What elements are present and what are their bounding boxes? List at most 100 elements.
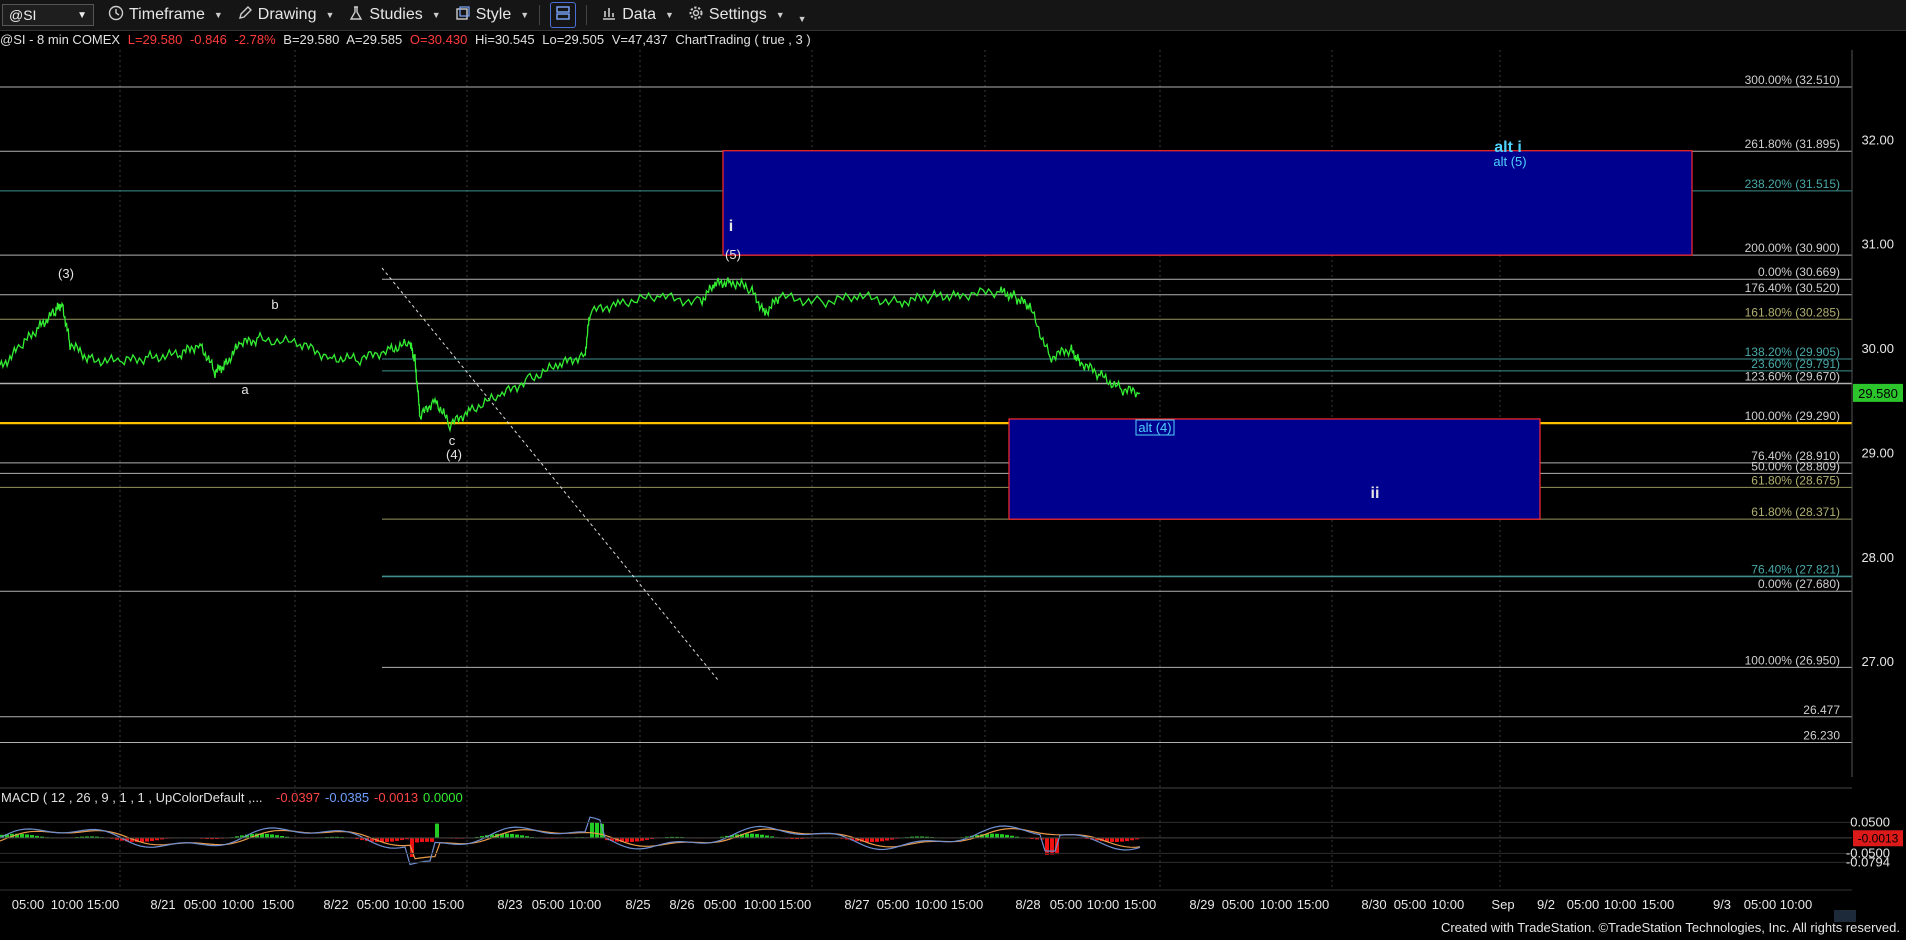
time-tick-label: 10:00 [1780, 897, 1813, 912]
macd-histogram-bar [870, 837, 874, 843]
macd-histogram-bar [875, 837, 879, 842]
macd-line [0, 816, 1141, 866]
wave-label: (3) [58, 266, 74, 281]
wave-label: c [449, 433, 456, 448]
time-tick-label: 15:00 [951, 897, 984, 912]
macd-histogram-bar [385, 837, 389, 843]
time-tick-label: 05:00 [1050, 897, 1083, 912]
time-tick-label: 05:00 [12, 897, 45, 912]
time-tick-label: Sep [1491, 897, 1514, 912]
time-tick-label: 15:00 [1297, 897, 1330, 912]
time-tick-label: 10:00 [1260, 897, 1293, 912]
time-tick-label: 10:00 [744, 897, 777, 912]
wave-label: ii [1371, 485, 1380, 502]
time-tick-label: 15:00 [1642, 897, 1675, 912]
target-boxes [722, 150, 1693, 520]
time-tick-label: 05:00 [184, 897, 217, 912]
time-tick-label: 10:00 [569, 897, 602, 912]
time-tick-label: 8/28 [1015, 897, 1040, 912]
macd-histogram-bar [750, 833, 754, 838]
time-tick-label: 10:00 [1087, 897, 1120, 912]
fib-level-label: 76.40% (27.821) [1751, 562, 1840, 576]
price-tick-label: 31.00 [1861, 237, 1894, 252]
price-tick-label: 32.00 [1861, 132, 1894, 147]
fib-level-label: 0.00% (30.669) [1758, 265, 1840, 279]
time-tick-label: 9/2 [1537, 897, 1555, 912]
macd-histogram-bar [625, 837, 629, 843]
fib-level-label: 61.80% (28.371) [1751, 505, 1840, 519]
macd-histogram-bar [590, 822, 594, 838]
macd-last-label: -0.0013 [1858, 831, 1899, 845]
fib-level-label: 261.80% (31.895) [1745, 137, 1840, 151]
macd-label: MACD ( 12 , 26 , 9 , 1 , 1 , UpColorDefa… [1, 790, 263, 805]
time-tick-label: 9/3 [1713, 897, 1731, 912]
macd-histogram-bar [635, 837, 639, 842]
macd-histogram-bar [515, 834, 519, 838]
price-chart[interactable]: 300.00% (32.510) 261.80% (31.895) 238.20% … [0, 0, 1906, 940]
time-tick-label: 15:00 [262, 897, 295, 912]
price-axis: 32.00 31.00 30.00 29.00 28.00 27.00 29.580 [1851, 50, 1903, 777]
macd-value: -0.0397 [276, 790, 320, 805]
time-tick-label: 10:00 [51, 897, 84, 912]
fib-level-label: 123.60% (29.670) [1745, 369, 1840, 383]
macd-histogram-bar [995, 833, 999, 838]
macd-histogram-bar [1000, 834, 1004, 838]
macd-histogram-bar [745, 833, 749, 838]
fib-level-label: 161.80% (30.285) [1745, 305, 1840, 319]
copyright-footer: Created with TradeStation. ©TradeStation… [1440, 920, 1900, 935]
macd-histogram-bar [1110, 837, 1114, 842]
fib-level-label: 100.00% (29.290) [1745, 409, 1840, 423]
wave-label: i [729, 218, 733, 235]
macd-tick-label: -0.0794 [1846, 854, 1890, 869]
macd-histogram-bar [390, 837, 394, 842]
time-tick-label: 10:00 [394, 897, 427, 912]
time-tick-label: 05:00 [1567, 897, 1600, 912]
time-tick-label: 8/25 [625, 897, 650, 912]
macd-histogram-bar [420, 837, 424, 843]
fib-level-label: 0.00% (27.680) [1758, 577, 1840, 591]
target-box [722, 150, 1693, 256]
time-tick-label: 10:00 [1604, 897, 1637, 912]
fib-level-label: 200.00% (30.900) [1745, 241, 1840, 255]
time-axis: 05:00 10:00 15:00 8/21 05:00 10:00 15:00 8/22 05… [12, 897, 1813, 912]
macd-histogram-bar [20, 833, 24, 838]
price-tick-label: 29.00 [1861, 445, 1894, 460]
price-tick-label: 28.00 [1861, 550, 1894, 565]
time-tick-label: 8/22 [323, 897, 348, 912]
price-series [0, 277, 1141, 433]
macd-histogram-bar [25, 834, 29, 838]
price-tick-label: 30.00 [1861, 341, 1894, 356]
time-tick-label: 05:00 [704, 897, 737, 912]
macd-histogram-bar [270, 834, 274, 838]
macd-histogram-bar [595, 823, 599, 838]
time-tick-label: 05:00 [1394, 897, 1427, 912]
wave-label: alt (4) [1138, 420, 1171, 435]
last-price-label: 29.580 [1858, 386, 1898, 401]
time-tick-label: 15:00 [1124, 897, 1157, 912]
fib-level-label: 50.00% (28.809) [1751, 459, 1840, 473]
macd-histogram-bar [415, 837, 419, 843]
macd-tick-label: 0.0500 [1850, 814, 1890, 829]
time-tick-label: 05:00 [1222, 897, 1255, 912]
time-tick-label: 8/30 [1361, 897, 1386, 912]
wave-label: a [241, 382, 249, 397]
time-tick-label: 05:00 [1744, 897, 1777, 912]
macd-histogram-bar [430, 837, 434, 842]
macd-histogram-bar [630, 837, 634, 842]
macd-series [0, 816, 1852, 866]
macd-histogram-bar [755, 834, 759, 838]
macd-histogram-bar [145, 837, 149, 842]
macd-signal-value: -0.0385 [325, 790, 369, 805]
fib-level-label: 61.80% (28.675) [1751, 473, 1840, 487]
macd-zero-value: 0.0000 [423, 790, 463, 805]
fib-level-label: 100.00% (26.950) [1745, 653, 1840, 667]
fib-level-label: 176.40% (30.520) [1745, 281, 1840, 295]
wave-label: alt (5) [1493, 154, 1526, 169]
macd-histogram-bar [505, 833, 509, 838]
fib-level-label: 300.00% (32.510) [1745, 73, 1840, 87]
time-tick-label: 05:00 [877, 897, 910, 912]
macd-histogram-bar [990, 833, 994, 838]
time-tick-label: 05:00 [532, 897, 565, 912]
macd-histogram-bar [510, 833, 514, 838]
time-tick-label: 05:00 [357, 897, 390, 912]
